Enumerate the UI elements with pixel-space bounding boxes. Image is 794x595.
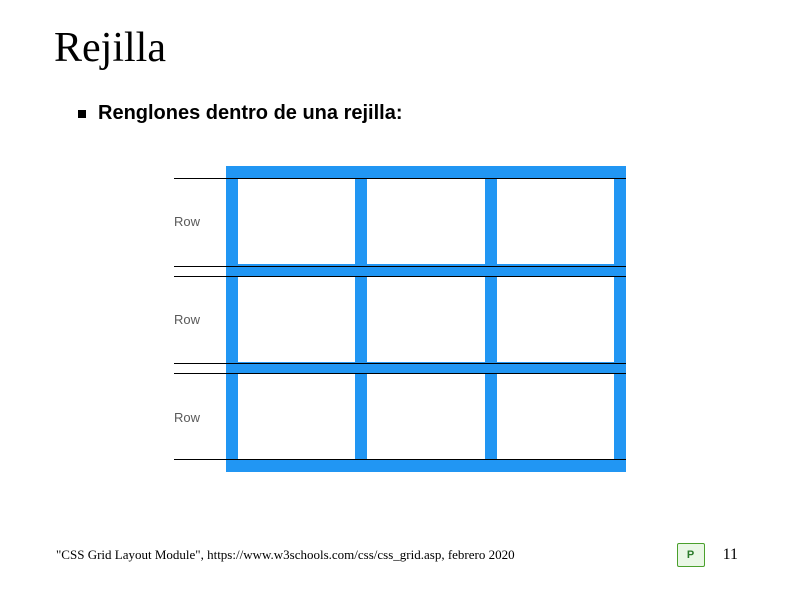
- grid-container: [226, 166, 626, 472]
- bullet-square-icon: [78, 110, 86, 118]
- bullet-text: Renglones dentro de una rejilla:: [98, 102, 403, 125]
- row-line: [174, 266, 626, 267]
- grid-illustration: Row Row Row: [174, 166, 626, 472]
- footer-right: P 11: [677, 543, 738, 567]
- row-label: Row: [174, 312, 200, 327]
- grid-cell: [367, 276, 484, 362]
- footer: "CSS Grid Layout Module", https://www.w3…: [56, 543, 738, 567]
- page-title: Rejilla: [54, 24, 166, 72]
- slide: Rejilla Renglones dentro de una rejilla:…: [0, 0, 794, 595]
- row-labels: Row Row Row: [174, 166, 226, 472]
- row-label: Row: [174, 214, 200, 229]
- logo-icon: P: [677, 543, 705, 567]
- grid-cell: [238, 178, 355, 264]
- grid-cell: [497, 178, 614, 264]
- grid-cell: [497, 374, 614, 460]
- row-line: [174, 178, 626, 179]
- citation-text: "CSS Grid Layout Module", https://www.w3…: [56, 547, 515, 563]
- page-number: 11: [723, 546, 738, 564]
- grid-cell: [367, 374, 484, 460]
- grid-cell: [238, 374, 355, 460]
- row-line: [174, 276, 626, 277]
- grid-cell: [238, 276, 355, 362]
- grid-cell: [497, 276, 614, 362]
- row-line: [174, 459, 626, 460]
- row-label: Row: [174, 410, 200, 425]
- grid-cell: [367, 178, 484, 264]
- row-line: [174, 363, 626, 364]
- bullet-item: Renglones dentro de una rejilla:: [78, 102, 403, 125]
- row-line: [174, 373, 626, 374]
